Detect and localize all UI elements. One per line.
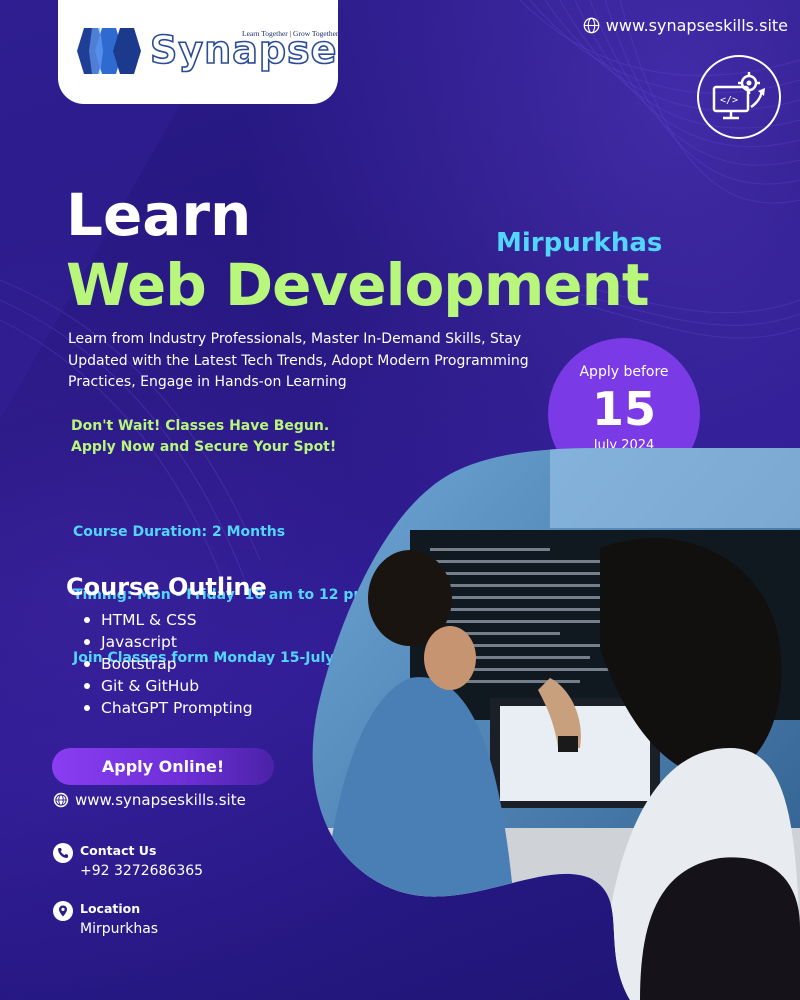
globe-icon — [583, 17, 600, 34]
list-item-text: HTML & CSS — [101, 611, 197, 629]
list-item-text: Javascript — [101, 633, 177, 651]
list-item: HTML & CSS — [80, 609, 253, 631]
course-poster: Learn Together | Grow Together Synapse w… — [0, 0, 800, 1000]
list-item: Bootstrap — [80, 653, 253, 675]
header-website[interactable]: www.synapseskills.site — [583, 16, 788, 35]
list-item: Git & GitHub — [80, 675, 253, 697]
phone-icon-badge — [53, 843, 73, 863]
bullet — [84, 705, 90, 711]
bullet — [84, 661, 90, 667]
intro-text: Learn from Industry Professionals, Maste… — [68, 331, 529, 390]
svg-text:</>: </> — [720, 95, 738, 106]
dev-badge: </> — [697, 55, 781, 139]
location-label: Location — [80, 901, 141, 916]
list-item-text: ChatGPT Prompting — [101, 699, 253, 717]
apply-online-button[interactable]: Apply Online! — [52, 748, 274, 785]
students-coding-photo — [312, 448, 800, 1000]
bullet — [84, 683, 90, 689]
location-city: Mirpurkhas — [80, 921, 159, 937]
header-website-text: www.synapseskills.site — [605, 16, 788, 35]
globe-icon — [53, 792, 69, 808]
phone-icon — [58, 848, 68, 858]
outline-title: Course Outline — [66, 573, 267, 601]
footer-website-text: www.synapseskills.site — [75, 791, 246, 809]
list-item-text: Git & GitHub — [101, 677, 200, 695]
urgent-line-2: Apply Now and Secure Your Spot! — [71, 439, 337, 455]
outline-list: HTML & CSS Javascript Bootstrap Git & Gi… — [80, 609, 253, 719]
list-item: ChatGPT Prompting — [80, 697, 253, 719]
location-icon-badge — [53, 901, 73, 921]
urgent-line-1: Don't Wait! Classes Have Begun. — [71, 418, 330, 434]
list-item-text: Bootstrap — [101, 655, 177, 673]
list-item: Javascript — [80, 631, 253, 653]
bullet — [84, 617, 90, 623]
bullet — [84, 639, 90, 645]
deadline-label: Apply before — [579, 364, 669, 380]
contact-phone[interactable]: +92 3272686365 — [80, 863, 203, 879]
contact-label: Contact Us — [80, 843, 157, 858]
urgent-message: Don't Wait! Classes Have Begun. Apply No… — [71, 416, 336, 458]
footer-website[interactable]: www.synapseskills.site — [53, 791, 246, 809]
logo-card: Learn Together | Grow Together Synapse — [58, 0, 338, 104]
headline-learn: Learn — [66, 181, 252, 249]
logo-wordmark: Synapse — [149, 27, 338, 73]
logo-hexagons — [77, 28, 141, 74]
location-pin-icon — [59, 905, 67, 917]
deadline-day: 15 — [591, 382, 656, 436]
code-gear-icon: </> — [712, 72, 765, 120]
headline-web-development: Web Development — [66, 251, 650, 319]
